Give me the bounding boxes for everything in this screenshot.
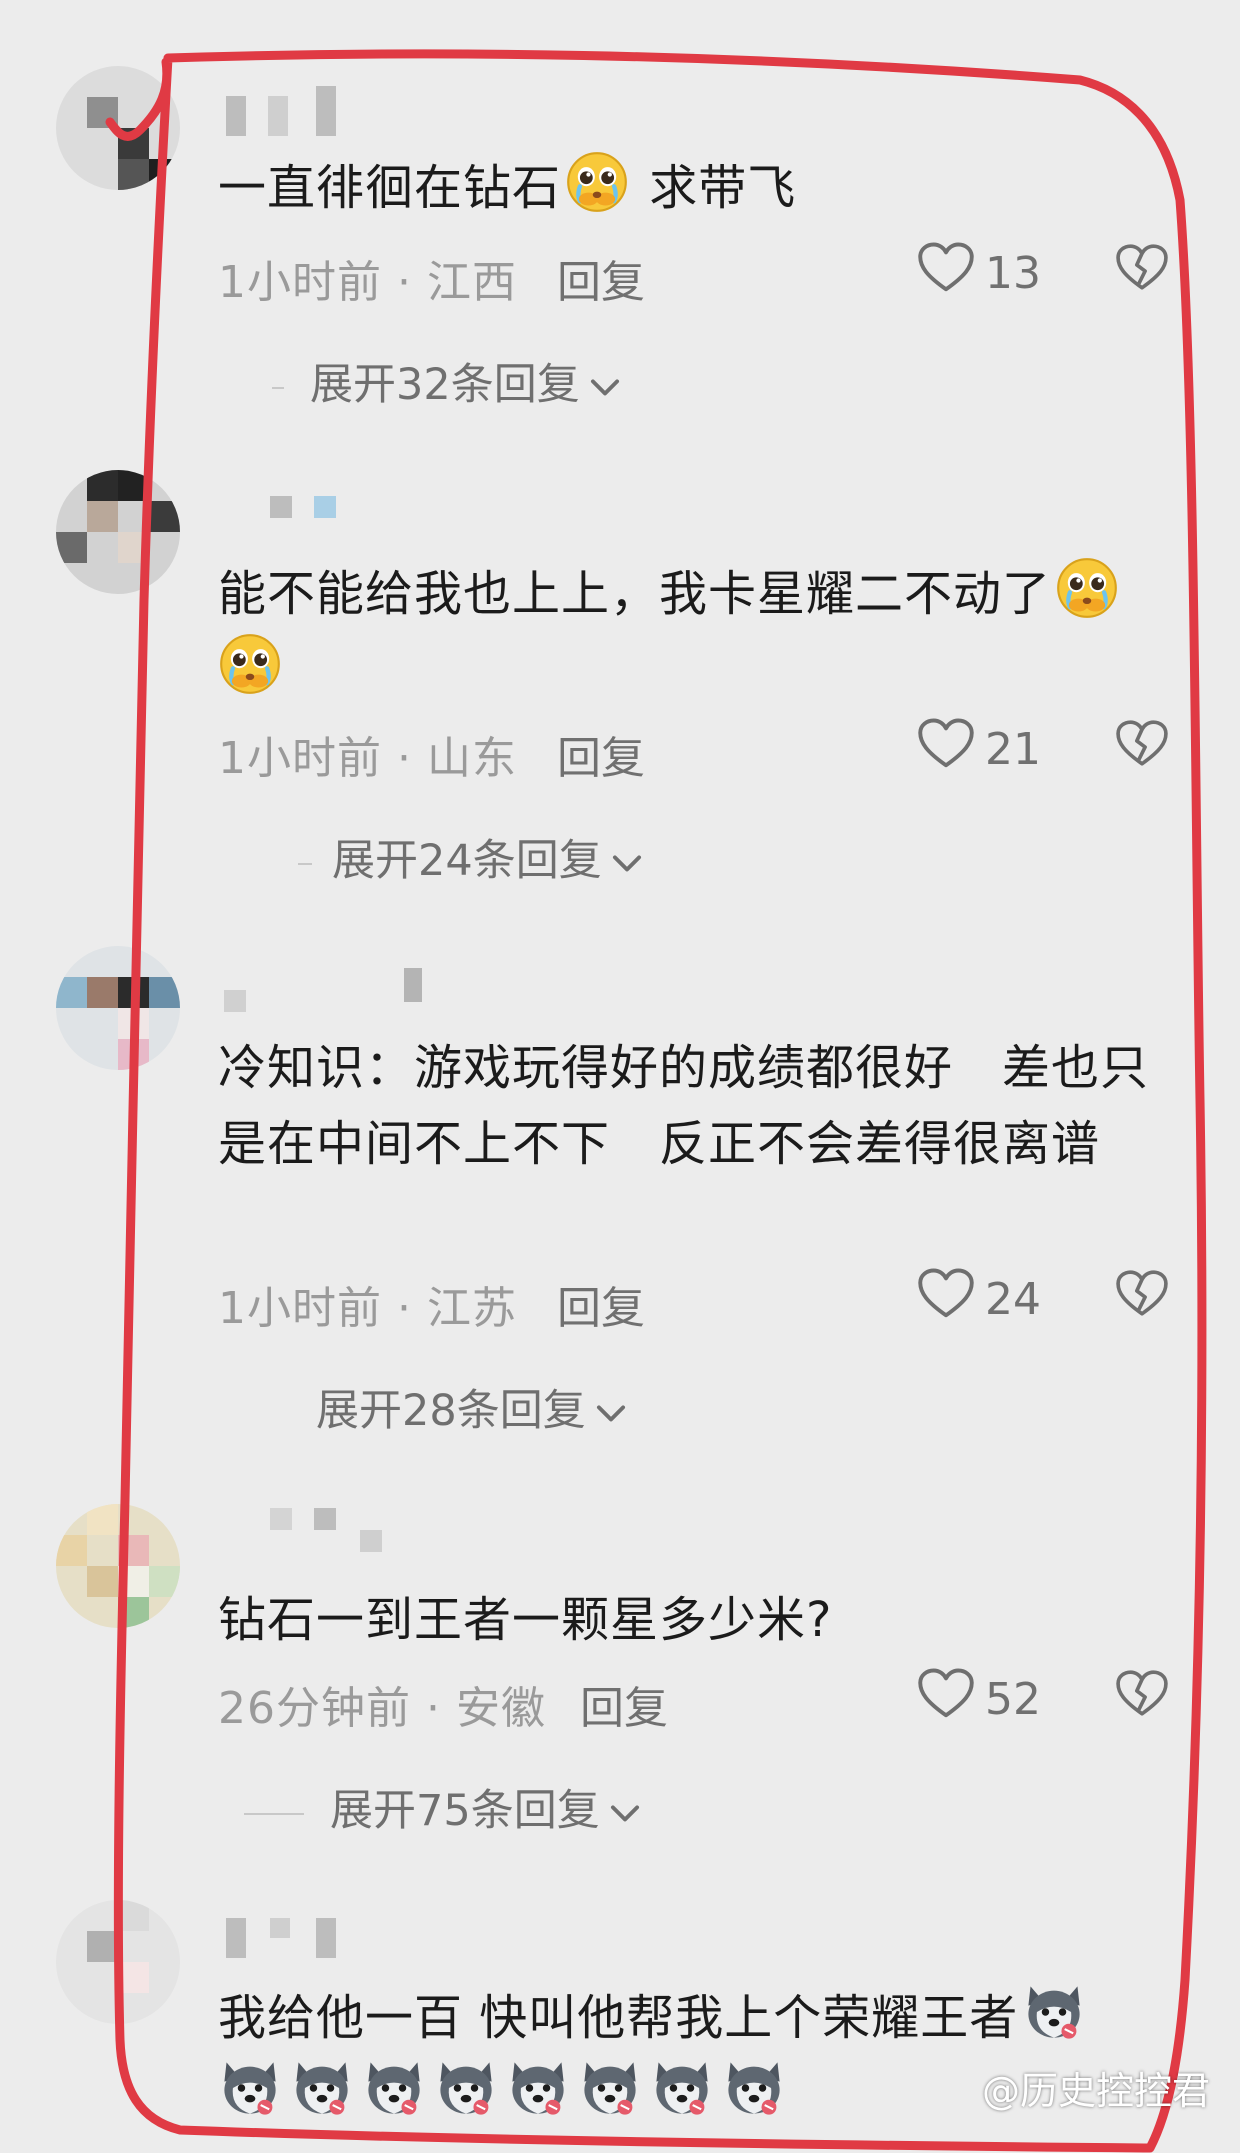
expand-replies-button[interactable]: 展开28条回复: [316, 1376, 628, 1438]
husky-dog-emoji: [434, 2056, 498, 2120]
avatar[interactable]: [56, 66, 180, 190]
husky-dog-emoji: [722, 2056, 786, 2120]
broken-heart-icon[interactable]: [1116, 244, 1168, 292]
heart-outline-icon[interactable]: [918, 718, 974, 770]
pleading-face-emoji: [1055, 556, 1119, 620]
comment-text: 冷知识：游戏玩得好的成绩都很好 差也只是在中间不上不下 反正不会差得很离谱: [218, 1040, 1150, 1172]
like-count: 21: [985, 724, 1041, 775]
broken-heart-icon[interactable]: [1116, 720, 1168, 768]
username-redacted[interactable]: [218, 496, 338, 542]
broken-heart-icon[interactable]: [1116, 1270, 1168, 1318]
broken-heart-icon[interactable]: [1116, 1670, 1168, 1718]
chevron-down-icon: [594, 1403, 628, 1425]
chevron-down-icon: [588, 377, 622, 399]
reply-button[interactable]: 回复: [557, 722, 645, 786]
husky-dog-emoji: [650, 2056, 714, 2120]
husky-dog-emoji: [578, 2056, 642, 2120]
comment-text: 钻石一到王者一颗星多少米?: [218, 1592, 833, 1648]
reply-button[interactable]: 回复: [557, 246, 645, 310]
username-redacted[interactable]: [218, 968, 438, 1014]
heart-outline-icon[interactable]: [918, 242, 974, 294]
husky-dog-emoji: [290, 2056, 354, 2120]
expand-replies-button[interactable]: 展开32条回复: [272, 350, 622, 412]
comment-time-location: 1小时前 · 山东: [218, 733, 517, 784]
expand-replies-label: 展开28条回复: [316, 1386, 586, 1436]
avatar[interactable]: [56, 946, 180, 1070]
comment-time-location: 26分钟前 · 安徽: [218, 1683, 546, 1734]
username-redacted[interactable]: [218, 86, 338, 136]
like-count: 52: [985, 1674, 1041, 1725]
husky-dog-emoji: [506, 2056, 570, 2120]
avatar[interactable]: [56, 1900, 180, 2024]
like-count: 24: [985, 1274, 1041, 1325]
chevron-down-icon: [610, 853, 644, 875]
husky-dog-emoji: [1022, 1980, 1086, 2044]
pleading-face-emoji: [218, 632, 282, 696]
avatar[interactable]: [56, 1504, 180, 1628]
chevron-down-icon: [608, 1803, 642, 1825]
expand-replies-button[interactable]: 展开75条回复: [244, 1776, 642, 1838]
expand-replies-button[interactable]: 展开24条回复: [298, 826, 644, 888]
expand-replies-label: 展开24条回复: [332, 836, 602, 886]
husky-dog-emoji: [218, 2056, 282, 2120]
like-count: 13: [985, 248, 1041, 299]
heart-outline-icon[interactable]: [918, 1268, 974, 1320]
expand-replies-label: 展开75条回复: [330, 1786, 600, 1836]
username-redacted[interactable]: [218, 1508, 382, 1554]
husky-dog-emoji: [362, 2056, 426, 2120]
watermark: @历史控控君: [981, 2069, 1210, 2113]
comment-text: 能不能给我也上上，我卡星耀二不动了: [218, 556, 1178, 708]
comment-time-location: 1小时前 · 江苏: [218, 1283, 517, 1334]
expand-replies-label: 展开32条回复: [310, 360, 580, 410]
username-redacted[interactable]: [218, 1912, 348, 1958]
comment-time-location: 1小时前 · 江西: [218, 257, 517, 308]
reply-button[interactable]: 回复: [557, 1272, 645, 1336]
heart-outline-icon[interactable]: [918, 1668, 974, 1720]
pleading-face-emoji: [565, 150, 629, 214]
avatar[interactable]: [56, 470, 180, 594]
comment-text: 一直徘徊在钻石 求带飞: [218, 150, 1178, 226]
reply-button[interactable]: 回复: [580, 1672, 668, 1736]
